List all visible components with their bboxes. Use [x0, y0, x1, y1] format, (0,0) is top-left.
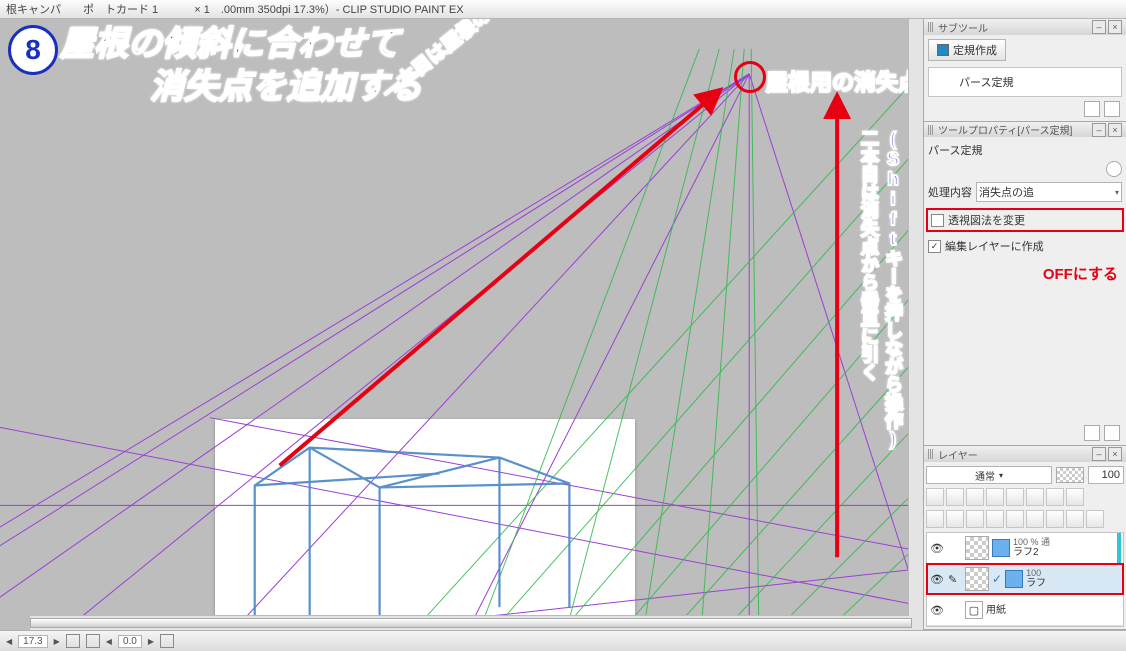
layer-draft-icon[interactable]	[986, 488, 1004, 506]
layer-color-icon[interactable]	[1026, 488, 1044, 506]
opacity-slider[interactable]	[1056, 467, 1084, 483]
eye-icon[interactable]: 👁	[929, 540, 945, 556]
layer-ruler-icon[interactable]	[1046, 510, 1064, 528]
panel-minimize-icon[interactable]: –	[1092, 123, 1106, 137]
change-perspective-label: 透視図法を変更	[948, 212, 1025, 228]
layer-dup-icon[interactable]	[966, 510, 984, 528]
layer-row[interactable]: 👁 ▢ 用紙	[927, 595, 1123, 626]
layer-panel: レイヤー – × 通常 ▾ 100	[924, 446, 1126, 630]
layer-mark-icon[interactable]	[946, 488, 964, 506]
layer-thumb	[965, 536, 989, 560]
titlebar: 根キャンパ ポ トカード 1 × 1 .00mm 350dpi 17.3%）- …	[0, 0, 1126, 19]
panel-close-icon[interactable]: ×	[1108, 20, 1122, 34]
magnify-icon[interactable]	[1106, 161, 1122, 177]
ruler-icon	[992, 539, 1010, 557]
blend-mode-select[interactable]: 通常 ▾	[926, 466, 1052, 484]
process-label: 処理内容	[928, 184, 972, 200]
new-layer-icon[interactable]	[926, 510, 944, 528]
app-title: 根キャンパ ポ トカード 1 × 1 .00mm 350dpi 17.3%）- …	[6, 1, 464, 17]
opacity-value[interactable]: 100	[1088, 466, 1124, 484]
layer-row[interactable]: 👁 100 % 通ラフ2	[927, 533, 1123, 564]
layer-row[interactable]: 👁 ✎ ✓ 100ラフ	[927, 564, 1123, 595]
layer-toolbar-1	[924, 486, 1126, 508]
right-panel-column: サブツール – × 定規作成 パース定規 ツールプロパティ[パース	[923, 19, 1126, 630]
change-perspective-checkbox[interactable]	[931, 214, 944, 227]
layer-ref-icon[interactable]	[966, 488, 984, 506]
scrollbar-horizontal[interactable]	[30, 615, 909, 630]
vanishing-point-marker	[734, 61, 766, 93]
ruler-swatch-icon	[937, 44, 949, 56]
layer-thumb	[965, 567, 989, 591]
eye-icon[interactable]: 👁	[929, 602, 945, 618]
ruler-icon	[1005, 570, 1023, 588]
layer-toolbar-2	[924, 508, 1126, 530]
canvas-overlay	[0, 19, 923, 630]
fit-icon[interactable]	[66, 634, 80, 648]
paper-icon: ▢	[965, 601, 983, 619]
subtool-panel: サブツール – × 定規作成 パース定規	[924, 19, 1126, 122]
step-badge: 8	[8, 25, 58, 75]
layer-frame-icon[interactable]	[1066, 510, 1084, 528]
create-on-layer-checkbox[interactable]: ✓	[928, 240, 941, 253]
canvas-area[interactable]: 8 屋根の傾斜に合わせて 消失点を追加する 屋根用の消失点 一本目は屋根の傾斜に…	[0, 19, 923, 630]
layer-panel-icon[interactable]	[1066, 488, 1084, 506]
subtool-tab[interactable]: 定規作成	[928, 39, 1006, 61]
layer-panel-title: レイヤー	[938, 447, 1090, 462]
panel-close-icon[interactable]: ×	[1108, 447, 1122, 461]
new-folder-icon[interactable]	[946, 510, 964, 528]
note-icon[interactable]	[1084, 101, 1100, 117]
layer-combine-icon[interactable]	[1006, 510, 1024, 528]
layer-flag-icon[interactable]	[926, 488, 944, 506]
panel-close-icon[interactable]: ×	[1108, 123, 1122, 137]
reset-icon[interactable]	[1084, 425, 1100, 441]
app-window: 根キャンパ ポ トカード 1 × 1 .00mm 350dpi 17.3%）- …	[0, 0, 1126, 651]
rotate-icon[interactable]	[160, 634, 174, 648]
layer-trash-icon[interactable]	[1086, 510, 1104, 528]
angle-value[interactable]: 0.0	[118, 635, 142, 648]
panel-minimize-icon[interactable]: –	[1092, 20, 1106, 34]
layer-lock-icon[interactable]	[1006, 488, 1024, 506]
wrench-icon[interactable]	[1104, 425, 1120, 441]
eye-icon[interactable]: 👁	[929, 571, 945, 587]
layer-mask2-icon[interactable]	[1026, 510, 1044, 528]
layer-mask-icon[interactable]	[1046, 488, 1064, 506]
create-on-layer-label: 編集レイヤーに作成	[945, 238, 1044, 254]
scrollbar-vertical[interactable]	[908, 19, 923, 630]
subtool-panel-title: サブツール	[938, 20, 1090, 35]
layer-merge-icon[interactable]	[986, 510, 1004, 528]
pen-icon: ✎	[948, 573, 962, 586]
toolproperty-heading: パース定規	[926, 139, 1124, 161]
change-perspective-highlight: 透視図法を変更	[926, 208, 1124, 232]
subtool-item[interactable]: パース定規	[928, 67, 1122, 97]
process-select[interactable]: 消失点の追▾	[976, 182, 1122, 202]
grid-icon[interactable]	[86, 634, 100, 648]
toolproperty-title: ツールプロパティ[パース定規]	[938, 122, 1090, 137]
toolproperty-panel: ツールプロパティ[パース定規] – × パース定規 処理内容 消失点の追▾	[924, 122, 1126, 446]
statusbar: ◀ 17.3 ▶ ◀ 0.0 ▶	[0, 630, 1126, 651]
off-annotation: OFFにする	[926, 257, 1124, 288]
panel-minimize-icon[interactable]: –	[1092, 447, 1106, 461]
layer-list: 👁 100 % 通ラフ2 👁 ✎ ✓	[926, 532, 1124, 627]
trash-icon[interactable]	[1104, 101, 1120, 117]
zoom-value[interactable]: 17.3	[18, 635, 47, 648]
